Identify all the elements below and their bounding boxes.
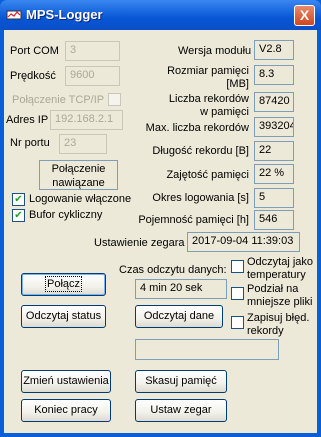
erase-memory-button-label: Skasuj pamięć	[145, 375, 217, 387]
connection-status: Połączenie nawiązane	[39, 160, 118, 190]
port-com-field[interactable]: 3	[65, 41, 120, 61]
change-settings-button-label: Zmień ustawienia	[23, 375, 109, 387]
record-length-field: 22	[254, 141, 294, 161]
read-as-temperature-checkbox[interactable]	[231, 260, 244, 273]
memory-capacity-label: Pojemność pamięci [h]	[138, 214, 249, 226]
speed-field[interactable]: 9600	[65, 66, 120, 86]
read-data-button[interactable]: Odczytaj dane	[135, 305, 223, 328]
port-number-field[interactable]: 23	[59, 134, 107, 154]
read-time-label: Czas odczytu danych:	[119, 264, 227, 276]
save-error-records-checkbox[interactable]	[231, 316, 244, 329]
read-data-button-label: Odczytaj dane	[143, 310, 215, 322]
records-count-label-line1: Liczba rekordów	[168, 93, 249, 105]
read-status-button-label: Odczytaj status	[25, 310, 102, 322]
connection-status-line1: Połączenie	[51, 163, 106, 175]
ip-field[interactable]: 192.168.2.1	[50, 110, 123, 130]
read-status-button[interactable]: Odczytaj status	[21, 305, 106, 328]
end-work-button[interactable]: Koniec pracy	[21, 399, 111, 422]
read-as-temperature-line2: temperatury	[247, 269, 306, 281]
progress-bar	[135, 339, 279, 360]
erase-memory-button[interactable]: Skasuj pamięć	[135, 370, 227, 393]
change-settings-button[interactable]: Zmień ustawienia	[21, 370, 111, 393]
set-clock-button-label: Ustaw zegar	[150, 404, 212, 416]
app-window: MPS-Logger X Port COM 3 Prędkość 9600 Po…	[0, 0, 321, 437]
logging-period-label: Okres logowania [s]	[152, 192, 249, 204]
client-area: Port COM 3 Prędkość 9600 Połączenie TCP/…	[4, 30, 317, 433]
save-error-records-line2: rekordy	[247, 325, 284, 337]
port-com-label: Port COM	[10, 45, 59, 57]
version-field: V2.8	[254, 40, 294, 60]
connect-button[interactable]: Połącz	[21, 273, 106, 296]
clock-field: 2017-09-04 11:39:03	[187, 232, 300, 252]
connect-button-label: Połącz	[44, 276, 83, 292]
split-files-label: Podział na mniejsze pliki	[247, 283, 312, 309]
records-count-label-line2: w pamięci	[200, 106, 249, 118]
split-files-line1: Podział na	[247, 283, 299, 295]
records-count-label: Liczba rekordów w pamięci	[164, 93, 249, 119]
end-work-button-label: Koniec pracy	[34, 404, 98, 416]
logging-enabled-label: Logowanie włączone	[29, 193, 132, 205]
close-button[interactable]: X	[294, 5, 315, 26]
port-number-label: Nr portu	[10, 137, 50, 149]
memory-usage-field: 22 %	[254, 164, 294, 184]
window-title: MPS-Logger	[26, 7, 103, 22]
logging-enabled-checkbox[interactable]	[12, 193, 25, 206]
logger-icon	[6, 10, 22, 20]
cyclic-buffer-checkbox[interactable]	[12, 209, 25, 222]
set-clock-button[interactable]: Ustaw zegar	[135, 399, 227, 422]
memory-size-label-line2: [MB]	[226, 78, 249, 90]
memory-capacity-field: 546	[254, 210, 294, 230]
max-records-field: 393204	[254, 117, 294, 137]
tcp-checkbox[interactable]	[108, 93, 121, 106]
tcp-label: Połączenie TCP/IP	[12, 94, 105, 106]
split-files-checkbox[interactable]	[231, 287, 244, 300]
memory-size-label: Rozmiar pamięci [MB]	[164, 65, 249, 91]
version-label: Wersja modułu	[178, 45, 252, 57]
split-files-line2: mniejsze pliki	[247, 296, 313, 308]
read-as-temperature-label: Odczytaj jako temperatury	[247, 256, 313, 282]
logging-period-field: 5	[254, 188, 294, 208]
max-records-label: Max. liczba rekordów	[145, 122, 249, 134]
title-bar[interactable]: MPS-Logger X	[0, 0, 321, 30]
cyclic-buffer-label: Bufor cykliczny	[29, 209, 103, 221]
connection-status-line2: nawiązane	[52, 177, 105, 189]
memory-size-label-line1: Rozmiar pamięci	[167, 65, 249, 77]
ip-label: Adres IP	[6, 114, 49, 126]
read-time-field: 4 min 20 sek	[135, 279, 227, 299]
memory-usage-label: Zajętość pamięci	[166, 169, 249, 181]
record-length-label: Długość rekordu [B]	[152, 145, 249, 157]
memory-size-field: 8.3	[254, 65, 294, 85]
records-count-field: 87420	[254, 92, 294, 112]
clock-label: Ustawienie zegara	[94, 237, 185, 249]
save-error-records-line1: Zapisuj błęd.	[247, 312, 310, 324]
read-as-temperature-line1: Odczytaj jako	[247, 256, 314, 268]
speed-label: Prędkość	[10, 70, 56, 82]
save-error-records-label: Zapisuj błęd. rekordy	[247, 312, 309, 338]
